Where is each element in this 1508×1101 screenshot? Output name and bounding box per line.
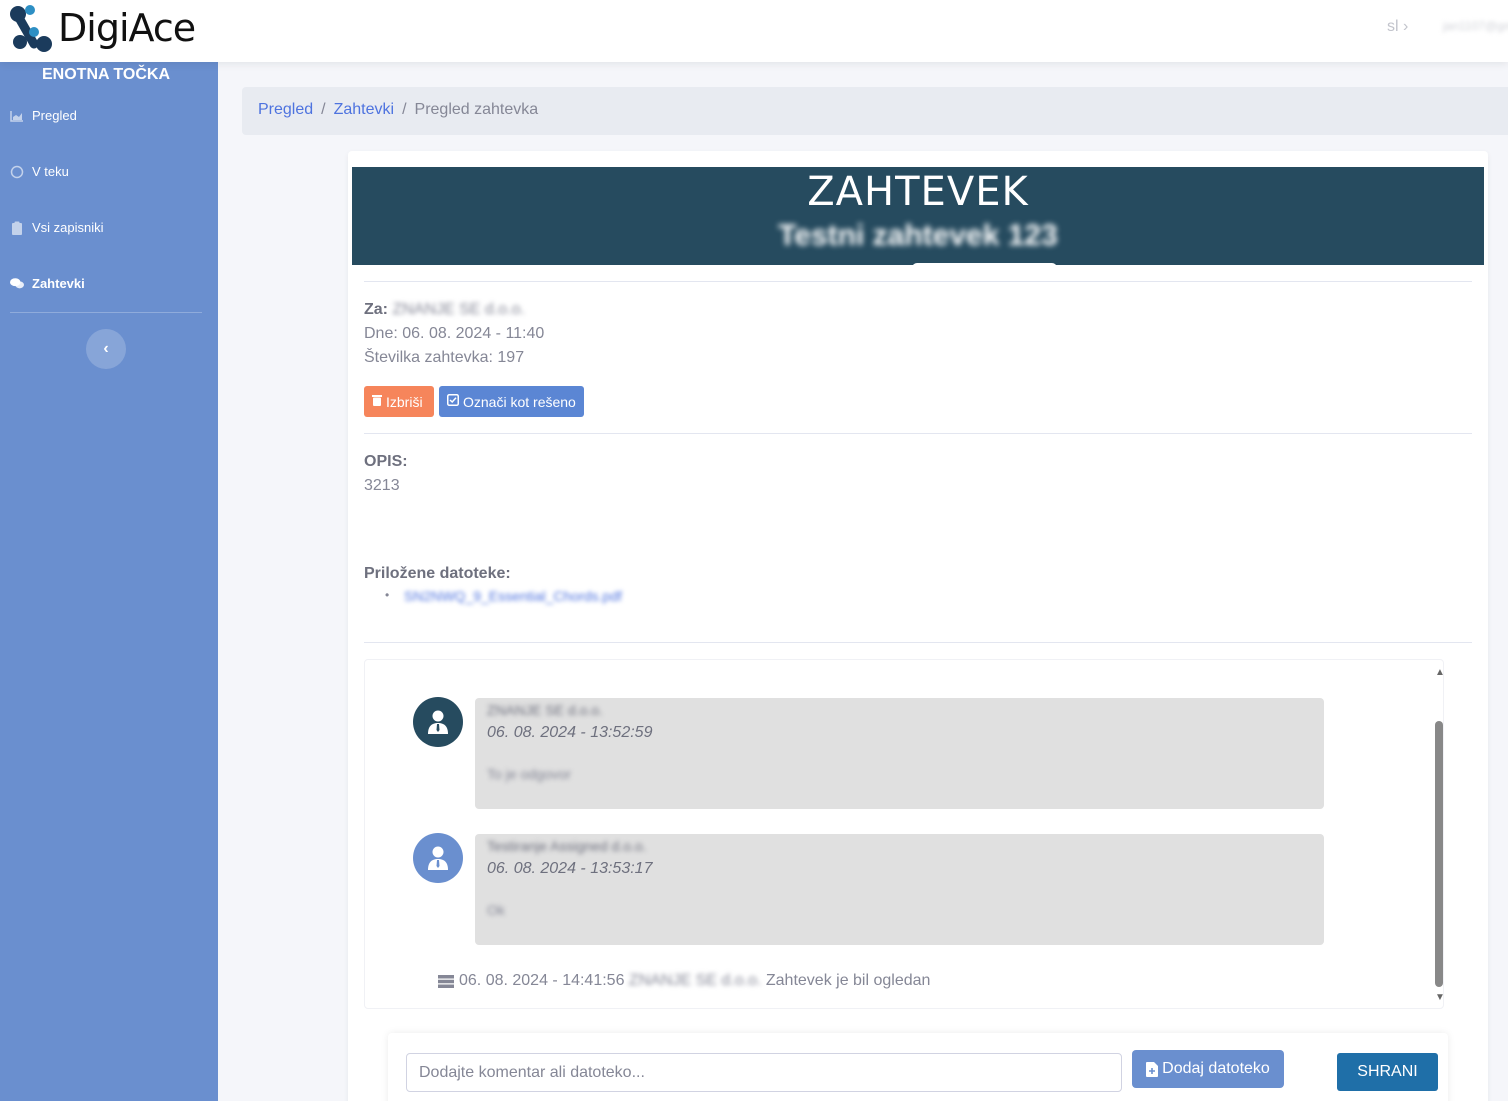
- request-number-value: 197: [497, 349, 525, 366]
- comment-time: 06. 08. 2024 - 13:52:59: [487, 724, 653, 741]
- attachment-link[interactable]: SN2NWQ_9_Essential_Chords.pdf: [404, 588, 622, 604]
- chevron-left-icon: ‹: [103, 340, 109, 357]
- comment-text: To je odgovor: [487, 766, 572, 782]
- user-email[interactable]: jan1107@gmail.com: [1443, 19, 1508, 33]
- comment-time: 06. 08. 2024 - 13:53:17: [487, 860, 653, 877]
- delete-button[interactable]: Izbriši: [364, 386, 434, 417]
- comment-bubble: ZNANJE SE d.o.o. 06. 08. 2024 - 13:52:59…: [475, 698, 1324, 809]
- request-date-label: Dne:: [364, 325, 398, 342]
- file-plus-icon: [1146, 1061, 1159, 1077]
- sidebar-item-label: V teku: [32, 164, 69, 179]
- request-for-label: Za:: [364, 301, 388, 318]
- request-card: ZAHTEVEK Testni zahtevek 123 Za: ZNANJE …: [348, 151, 1488, 1101]
- breadcrumb-separator: /: [321, 101, 326, 118]
- description-label: OPIS:: [364, 453, 408, 470]
- breadcrumb-link-pregled[interactable]: Pregled: [258, 101, 313, 118]
- comment-author: ZNANJE SE d.o.o.: [487, 702, 603, 718]
- sidebar-item-zahtevki[interactable]: Zahtevki: [10, 276, 85, 291]
- header-pill: [912, 263, 1057, 265]
- request-date-value: 06. 08. 2024 - 11:40: [402, 325, 545, 342]
- sidebar-item-label: Vsi zapisniki: [32, 220, 104, 235]
- add-file-button[interactable]: Dodaj datoteko: [1132, 1050, 1284, 1088]
- scrollbar-thumb[interactable]: [1435, 721, 1443, 987]
- circle-icon: [10, 165, 24, 179]
- list-bullet: •: [385, 588, 390, 602]
- sidebar-item-vsi-zapisniki[interactable]: Vsi zapisniki: [10, 220, 104, 235]
- server-icon: [438, 974, 454, 988]
- logo-icon: [10, 5, 52, 52]
- avatar: [413, 697, 463, 747]
- sidebar-title[interactable]: ENOTNA TOČKA: [0, 66, 212, 84]
- language-label: sl: [1387, 18, 1399, 35]
- description-text: 3213: [364, 477, 400, 494]
- comment-text: Ok: [487, 902, 505, 918]
- user-tie-icon: [428, 710, 448, 734]
- divider: [364, 281, 1472, 282]
- request-number-label: Številka zahtevka:: [364, 349, 493, 366]
- brand-name: DigiAce: [58, 6, 196, 50]
- user-tie-icon: [428, 846, 448, 870]
- check-square-icon: [447, 394, 459, 409]
- request-header: ZAHTEVEK Testni zahtevek 123: [352, 167, 1484, 265]
- request-for: Za: ZNANJE SE d.o.o.: [364, 301, 525, 319]
- scroll-down-arrow[interactable]: ▼: [1435, 992, 1445, 1003]
- activity-log-entry: 06. 08. 2024 - 14:41:56 ZNANJE SE d.o.o.…: [438, 972, 930, 990]
- log-text: Zahtevek je bil ogledan: [765, 972, 931, 989]
- breadcrumb: Pregled / Zahtevki / Pregled zahtevka: [242, 87, 1508, 135]
- attachments-label: Priložene datoteke:: [364, 565, 511, 582]
- comment-input[interactable]: [406, 1053, 1122, 1092]
- divider: [364, 642, 1472, 643]
- scroll-up-arrow[interactable]: ▲: [1435, 667, 1445, 678]
- mark-resolved-button[interactable]: Označi kot rešeno: [439, 386, 584, 417]
- delete-button-label: Izbriši: [386, 393, 423, 410]
- topbar: DigiAce sl › jan1107@gmail.com: [0, 0, 1508, 62]
- sidebar-item-pregled[interactable]: Pregled: [10, 108, 77, 123]
- request-number: Številka zahtevka: 197: [364, 349, 524, 367]
- chevron-right-icon: ›: [1403, 18, 1409, 35]
- save-button[interactable]: SHRANI: [1337, 1053, 1438, 1091]
- add-file-label: Dodaj datoteko: [1162, 1060, 1270, 1077]
- breadcrumb-link-zahtevki[interactable]: Zahtevki: [334, 101, 394, 118]
- comment-bubble: Testiranje Assigned d.o.o. 06. 08. 2024 …: [475, 834, 1324, 945]
- sidebar: ENOTNA TOČKA Pregled V teku Vsi zapisnik…: [0, 62, 218, 1101]
- breadcrumb-current: Pregled zahtevka: [414, 101, 539, 118]
- sidebar-divider: [10, 312, 202, 313]
- log-author: ZNANJE SE d.o.o.: [628, 972, 762, 989]
- sidebar-item-label: Pregled: [32, 108, 77, 123]
- request-subtitle: Testni zahtevek 123: [778, 219, 1058, 252]
- request-for-value: ZNANJE SE d.o.o.: [392, 301, 525, 318]
- language-switcher[interactable]: sl ›: [1387, 18, 1408, 36]
- mark-resolved-label: Označi kot rešeno: [463, 393, 576, 410]
- comment-author: Testiranje Assigned d.o.o.: [487, 838, 647, 854]
- divider: [364, 433, 1472, 434]
- trash-icon: [372, 394, 382, 409]
- sidebar-item-label: Zahtevki: [32, 276, 85, 291]
- request-date: Dne: 06. 08. 2024 - 11:40: [364, 325, 544, 343]
- comments-icon: [10, 277, 24, 291]
- sidebar-toggle-button[interactable]: ‹: [86, 329, 126, 369]
- avatar: [413, 833, 463, 883]
- clipboard-icon: [10, 221, 24, 235]
- request-header-title: ZAHTEVEK: [807, 169, 1029, 215]
- sidebar-item-v-teku[interactable]: V teku: [10, 164, 69, 179]
- brand-logo[interactable]: DigiAce: [8, 4, 196, 52]
- chart-area-icon: [10, 109, 24, 123]
- log-time: 06. 08. 2024 - 14:41:56: [459, 972, 625, 989]
- comment-form: Dodaj datoteko SHRANI: [388, 1033, 1448, 1101]
- breadcrumb-separator: /: [402, 101, 407, 118]
